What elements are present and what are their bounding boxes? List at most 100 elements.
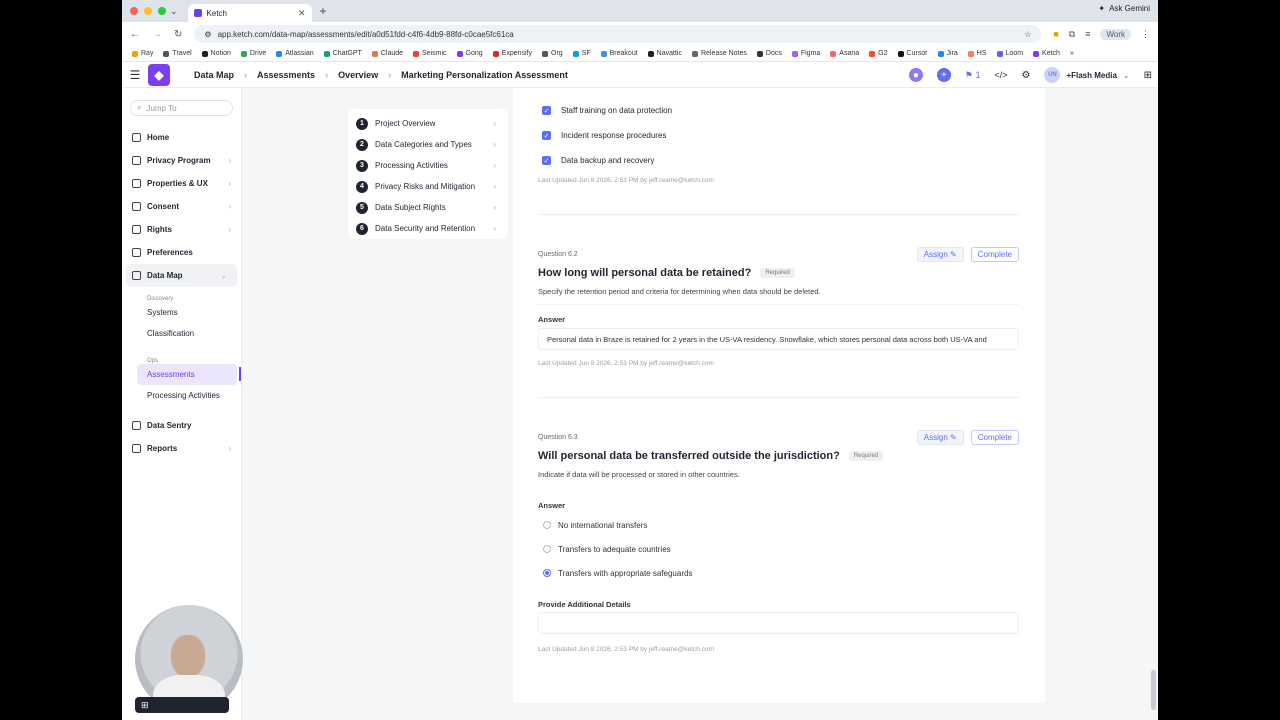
extension-icon[interactable]: ■ (1053, 29, 1058, 39)
gemini-icon: ✦ (1098, 4, 1106, 13)
additional-details-field[interactable] (538, 612, 1019, 634)
bookmark-item[interactable]: Seismic (413, 50, 447, 57)
close-tab-icon[interactable]: ✕ (298, 8, 306, 19)
reload-icon[interactable]: ↻ (174, 29, 182, 40)
radio-option[interactable]: No international transfers (538, 513, 1045, 537)
radio-button[interactable] (543, 521, 551, 529)
step-item[interactable]: 6 Data Security and Retention › (348, 218, 508, 239)
step-item[interactable]: 3 Processing Activities › (348, 155, 508, 176)
radio-option[interactable]: Transfers to adequate countries (538, 537, 1045, 561)
sidebar-item-privacy-program[interactable]: Privacy Program › (122, 149, 241, 172)
step-item[interactable]: 1 Project Overview › (348, 113, 508, 134)
forward-icon[interactable]: → (152, 29, 162, 40)
breadcrumb-item[interactable]: Assessments (257, 70, 315, 80)
bookmark-item[interactable]: Breakout (600, 50, 638, 57)
address-row: ← → ↻ ⚙ app.ketch.com/data-map/assessmen… (122, 22, 1158, 46)
profile-button[interactable]: Work (1100, 28, 1131, 40)
bookmark-item[interactable]: SF (572, 50, 591, 57)
bookmark-item[interactable]: Notion (201, 50, 231, 57)
bookmark-item[interactable]: Jira (937, 50, 958, 57)
bookmark-item[interactable]: HS (967, 50, 987, 57)
close-window-button[interactable] (130, 7, 138, 15)
step-item[interactable]: 2 Data Categories and Types › (348, 134, 508, 155)
bookmark-item[interactable]: G2 (869, 50, 888, 57)
answer-field[interactable]: Personal data in Braze is retained for 2… (538, 328, 1019, 350)
ketch-logo[interactable]: ◆ (148, 63, 170, 86)
sidebar-subitem-classification[interactable]: Classification (122, 323, 241, 344)
radio-option[interactable]: Transfers with appropriate safeguards (538, 561, 1045, 585)
gift-icon[interactable]: ⊞ (1144, 70, 1152, 81)
breadcrumb-item[interactable]: Marketing Personalization Assessment (401, 70, 568, 80)
bookmark-item[interactable]: ChatGPT (323, 50, 362, 57)
bookmark-item[interactable]: Loom (996, 50, 1023, 57)
menu-toggle-icon[interactable]: ☰ (122, 68, 148, 82)
breadcrumb-item[interactable]: Overview (338, 70, 378, 80)
bookmark-item[interactable]: Gong (456, 50, 483, 57)
checkbox-option[interactable]: ✓ Staff training on data protection (538, 98, 1045, 123)
assistant-bot-icon[interactable]: ● (908, 68, 923, 82)
sidebar-subitem-systems[interactable]: Systems (122, 302, 241, 323)
bookmark-item[interactable]: Drive (240, 50, 266, 57)
sidebar-item-reports[interactable]: Reports › (122, 437, 241, 460)
breadcrumb-item[interactable]: Data Map (194, 70, 234, 80)
checkbox-option[interactable]: ✓ Incident response procedures (538, 123, 1045, 148)
bookmark-item[interactable]: Asana (830, 50, 859, 57)
sidebar-subitem-assessments[interactable]: Assessments (137, 364, 241, 385)
minimize-window-button[interactable] (144, 7, 152, 15)
sidebar-subitem-processing-activities[interactable]: Processing Activities (122, 385, 241, 406)
chevron-icon: ⌄ (220, 271, 227, 280)
bookmark-item[interactable]: Claude (371, 50, 403, 57)
browser-menu-icon[interactable]: ⋮ (1141, 29, 1150, 40)
bookmark-item[interactable]: Figma (791, 50, 820, 57)
sidebar-item-data-map[interactable]: Data Map ⌄ (126, 264, 237, 287)
bookmark-item[interactable]: Atlassian (276, 50, 314, 57)
step-item[interactable]: 5 Data Subject Rights › (348, 197, 508, 218)
checkbox-option[interactable]: ✓ Data backup and recovery (538, 148, 1045, 173)
bookmark-item[interactable]: Navattic (647, 50, 682, 57)
bookmarks-overflow-icon[interactable]: » (1070, 50, 1074, 57)
step-item[interactable]: 4 Privacy Risks and Mitigation › (348, 176, 508, 197)
bookmark-item[interactable]: Expensify (492, 50, 532, 57)
add-icon[interactable]: + (936, 68, 951, 82)
maximize-window-button[interactable] (158, 7, 166, 15)
bookmark-item[interactable]: Docs (756, 50, 782, 57)
radio-button[interactable] (543, 569, 551, 577)
sidebar-item-consent[interactable]: Consent › (122, 195, 241, 218)
complete-button[interactable]: Complete (970, 430, 1019, 445)
page-scrollbar[interactable] (1151, 670, 1156, 710)
bookmark-item[interactable]: Ray (132, 50, 153, 57)
complete-button[interactable]: Complete (970, 247, 1019, 262)
code-icon[interactable]: </> (994, 70, 1007, 80)
bookmark-item[interactable]: Travel (163, 50, 192, 57)
bookmark-item[interactable]: Release Notes (691, 50, 747, 57)
assign-button[interactable]: Assign ✎ (916, 247, 964, 262)
settings-gear-icon[interactable]: ⚙ (1021, 70, 1030, 81)
sidebar-item-properties-ux[interactable]: Properties & UX › (122, 172, 241, 195)
extensions-puzzle-icon[interactable]: ⧉ (1069, 29, 1075, 40)
radio-button[interactable] (543, 545, 551, 553)
sidebar-item-rights[interactable]: Rights › (122, 218, 241, 241)
address-bar[interactable]: ⚙ app.ketch.com/data-map/assessments/edi… (194, 25, 1042, 43)
ask-gemini-button[interactable]: ✦ Ask Gemini (1098, 4, 1150, 13)
new-tab-button[interactable]: + (320, 4, 327, 18)
sidebar-item-data-sentry[interactable]: Data Sentry (122, 414, 241, 437)
bookmark-star-icon[interactable]: ☆ (1024, 30, 1031, 39)
org-switcher[interactable]: UN +Flash Media ⌄ (1044, 67, 1130, 83)
checkbox-checked-icon[interactable]: ✓ (542, 106, 551, 115)
notifications-flag-icon[interactable]: ⚑ 1 (965, 70, 981, 81)
checkbox-checked-icon[interactable]: ✓ (542, 156, 551, 165)
tab-search-chevron-icon[interactable]: ⌄ (170, 6, 178, 17)
bookmark-item[interactable]: Ketch (1033, 50, 1060, 57)
assign-button[interactable]: Assign ✎ (916, 430, 964, 445)
sidebar-item-preferences[interactable]: Preferences (122, 241, 241, 264)
sidebar-item-home[interactable]: Home (122, 126, 241, 149)
reading-list-icon[interactable]: ≡ (1085, 29, 1090, 39)
browser-tab[interactable]: Ketch ✕ (187, 4, 312, 22)
bookmark-item[interactable]: Org (542, 50, 563, 57)
jump-to-search[interactable]: ⌕ Jump To (130, 100, 233, 116)
webcam-controls[interactable]: ⊞ (135, 697, 229, 713)
bookmark-item[interactable]: Cursor (897, 50, 928, 57)
checkbox-checked-icon[interactable]: ✓ (542, 131, 551, 140)
back-icon[interactable]: ← (130, 29, 140, 40)
site-info-icon[interactable]: ⚙ (204, 30, 211, 39)
